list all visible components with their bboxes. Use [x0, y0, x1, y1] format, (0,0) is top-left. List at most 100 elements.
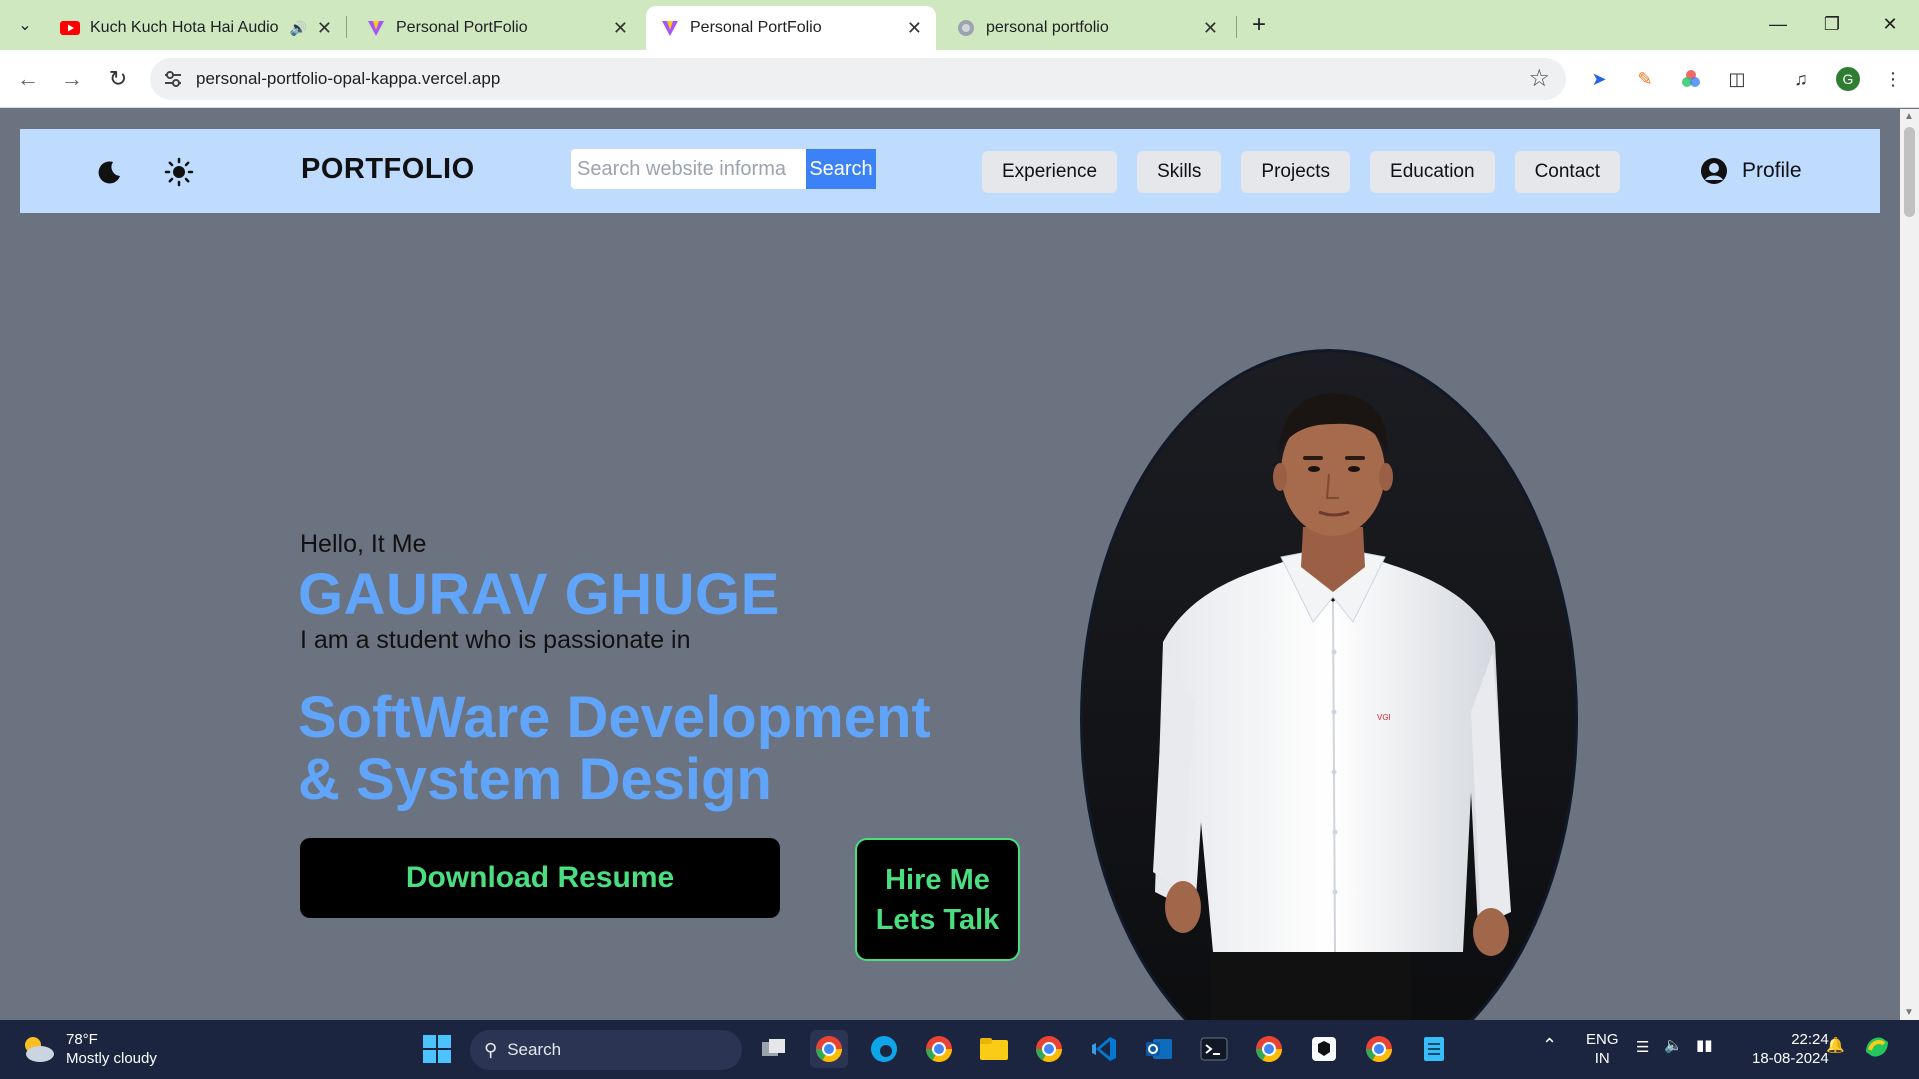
color-wheel-extension-icon[interactable] — [1678, 66, 1704, 92]
site-search-button[interactable]: Search — [806, 149, 876, 189]
vite-icon — [366, 18, 386, 38]
browser-tab-3[interactable]: personal portfolio ✕ — [942, 6, 1232, 50]
chevron-down-icon: ⌄ — [18, 17, 32, 34]
file-explorer-icon[interactable] — [975, 1030, 1013, 1068]
tab-title: Personal PortFolio — [690, 19, 822, 36]
tab-title: Kuch Kuch Hota Hai Audio — [90, 19, 279, 36]
dark-mode-button[interactable] — [94, 157, 124, 187]
copilot-icon[interactable] — [1862, 1032, 1892, 1067]
nav-link-contact[interactable]: Contact — [1514, 151, 1621, 193]
moon-icon — [98, 161, 120, 184]
close-window-button[interactable]: ✕ — [1870, 8, 1910, 40]
browser-tab-0[interactable]: Kuch Kuch Hota Hai Audio 🔊 ✕ — [46, 6, 346, 50]
notepad-icon[interactable] — [1415, 1030, 1453, 1068]
reload-button[interactable]: ↻ — [102, 63, 134, 95]
hire-line-2: Lets Talk — [875, 903, 1000, 936]
restore-button[interactable]: ❐ — [1812, 8, 1852, 40]
language-indicator[interactable]: ENG IN — [1586, 1030, 1619, 1068]
speaker-icon[interactable]: 🔊 — [289, 20, 306, 37]
page-viewport: PORTFOLIO Search Experience Skills Proje… — [0, 109, 1900, 1020]
address-bar[interactable]: personal-portfolio-opal-kappa.vercel.app… — [150, 58, 1566, 100]
chrome-taskbar-icon[interactable] — [810, 1030, 848, 1068]
profile-label: Profile — [1742, 159, 1802, 182]
pen-extension-icon[interactable]: ✎ — [1632, 66, 1658, 92]
close-icon: ✕ — [1882, 13, 1898, 34]
show-hidden-icons-chevron-icon[interactable]: ⌃ — [1542, 1036, 1557, 1055]
scroll-up-icon[interactable]: ▲ — [1904, 111, 1914, 122]
hire-me-button[interactable]: Hire Me Lets Talk — [855, 838, 1020, 961]
new-tab-button[interactable]: + — [1244, 10, 1274, 40]
close-tab-icon[interactable]: ✕ — [317, 18, 332, 39]
scroll-down-icon[interactable]: ▼ — [1904, 1007, 1914, 1018]
vite-icon — [660, 18, 680, 38]
notification-bell-icon[interactable]: 🔔 — [1826, 1036, 1845, 1055]
chrome-second-profile-icon[interactable] — [1250, 1030, 1288, 1068]
rocket-extension-icon[interactable]: ➤ — [1586, 66, 1612, 92]
light-mode-button[interactable] — [164, 157, 194, 187]
language-code: ENG — [1586, 1031, 1619, 1048]
sun-icon — [164, 157, 194, 187]
browser-toolbar: ← → ↻ personal-portfolio-opal-kappa.verc… — [0, 50, 1919, 108]
weather-condition: Mostly cloudy — [66, 1050, 157, 1067]
cloudy-weather-icon — [25, 1037, 54, 1062]
site-search-input[interactable] — [571, 149, 811, 189]
weather-widget[interactable]: 78°F Mostly cloudy — [20, 1030, 157, 1068]
outlook-icon[interactable] — [1140, 1030, 1178, 1068]
wifi-icon[interactable]: ☰ — [1636, 1038, 1649, 1057]
close-tab-icon[interactable]: ✕ — [1203, 18, 1218, 39]
chrome-alt-taskbar-icon[interactable] — [920, 1030, 958, 1068]
more-menu-icon[interactable]: ⋮ — [1880, 66, 1906, 92]
close-tab-icon[interactable]: ✕ — [907, 18, 922, 39]
battery-icon[interactable]: ▮▮ — [1696, 1036, 1713, 1055]
vscode-icon[interactable] — [1085, 1030, 1123, 1068]
svg-text:VGI: VGI — [1377, 713, 1391, 722]
back-button[interactable]: ← — [12, 63, 44, 95]
tab-title: personal portfolio — [986, 19, 1109, 36]
arrow-right-icon: → — [61, 66, 83, 91]
nav-link-projects[interactable]: Projects — [1241, 151, 1351, 193]
chrome-third-icon[interactable] — [1360, 1030, 1398, 1068]
globe-icon — [956, 18, 976, 38]
nav-links: Experience Skills Projects Education Con… — [982, 151, 1621, 193]
extensions-puzzle-icon[interactable]: ◫ — [1724, 66, 1750, 92]
media-controls-icon[interactable]: ♫ — [1788, 66, 1814, 92]
close-tab-icon[interactable]: ✕ — [613, 18, 628, 39]
minimize-button[interactable]: — — [1758, 8, 1798, 40]
forward-button[interactable]: → — [56, 63, 88, 95]
start-button[interactable] — [418, 1030, 456, 1068]
profile-link[interactable]: Profile — [1700, 157, 1802, 185]
nav-link-experience[interactable]: Experience — [982, 151, 1118, 193]
app-box-icon[interactable] — [1305, 1030, 1343, 1068]
terminal-icon[interactable] — [1195, 1030, 1233, 1068]
nav-link-education[interactable]: Education — [1370, 151, 1495, 193]
windows-logo-icon — [423, 1035, 451, 1063]
bookmark-star-icon[interactable]: ☆ — [1528, 64, 1550, 93]
tab-search-dropdown[interactable]: ⌄ — [10, 10, 40, 40]
windows-taskbar: 78°F Mostly cloudy ⚲ Search ⌃ ENG IN ☰ 🔈… — [0, 1020, 1919, 1079]
page-scrollbar[interactable]: ▲ ▼ — [1900, 109, 1919, 1020]
site-brand[interactable]: PORTFOLIO — [301, 153, 475, 186]
edge-taskbar-icon[interactable] — [865, 1030, 903, 1068]
person-portrait: VGI — [1083, 352, 1575, 1020]
minimize-icon: — — [1769, 13, 1787, 34]
profile-photo: VGI — [1080, 349, 1578, 1020]
taskbar-search-label: Search — [507, 1040, 562, 1059]
hero-greeting: Hello, It Me — [300, 530, 427, 558]
browser-tab-1[interactable]: Personal PortFolio ✕ — [352, 6, 642, 50]
tab-title: Personal PortFolio — [396, 19, 528, 36]
site-settings-icon[interactable] — [162, 68, 184, 90]
download-resume-button[interactable]: Download Resume — [300, 838, 780, 918]
profile-avatar[interactable]: G — [1836, 67, 1860, 91]
region-code: IN — [1594, 1050, 1610, 1067]
clock[interactable]: 22:24 18-08-2024 — [1752, 1030, 1829, 1068]
scrollbar-thumb[interactable] — [1904, 127, 1915, 217]
skill-line-2: & System Design — [298, 747, 772, 812]
hire-line-1: Hire Me — [885, 863, 990, 896]
volume-icon[interactable]: 🔈 — [1664, 1036, 1683, 1055]
task-view-icon[interactable] — [755, 1030, 793, 1068]
browser-tab-2[interactable]: Personal PortFolio ✕ — [646, 6, 936, 50]
skill-line-1: SoftWare Development — [298, 685, 931, 750]
taskbar-search[interactable]: ⚲ Search — [470, 1030, 742, 1070]
chrome-profile-taskbar-icon[interactable] — [1030, 1030, 1068, 1068]
nav-link-skills[interactable]: Skills — [1137, 151, 1222, 193]
